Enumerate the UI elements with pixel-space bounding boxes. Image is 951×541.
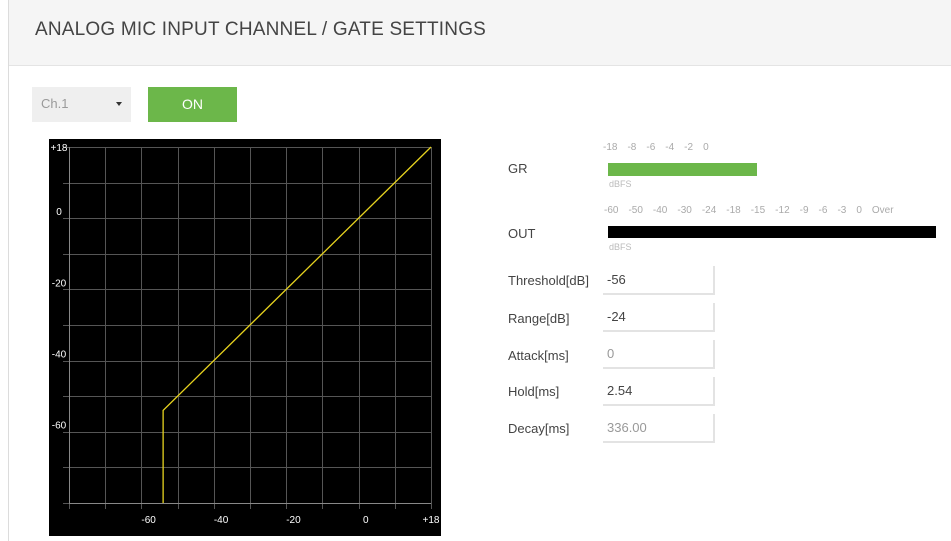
- panel-header: ANALOG MIC INPUT CHANNEL / GATE SETTINGS: [9, 0, 951, 66]
- channel-select-value: Ch.1: [41, 96, 69, 111]
- gr-meter-tick-label: -18: [603, 142, 618, 153]
- out-meter-tick-label: -12: [775, 205, 790, 216]
- gate-graph-svg: +18 0 -20 -40 -60 -60 -40 -20 0 +18: [51, 143, 440, 526]
- attack-label: Attack[ms]: [508, 348, 569, 363]
- hold-label: Hold[ms]: [508, 384, 560, 399]
- out-meter-label: OUT: [508, 226, 536, 241]
- out-meter-tick-label: -9: [799, 205, 809, 216]
- out-meter-unit: dBFS: [609, 242, 632, 252]
- gr-meter-unit: dBFS: [609, 179, 632, 189]
- graph-tick-label: 0: [363, 515, 369, 526]
- page-title: ANALOG MIC INPUT CHANNEL / GATE SETTINGS: [35, 19, 487, 40]
- gr-meter-tick-label: 0: [703, 142, 709, 153]
- gate-graph: +18 0 -20 -40 -60 -60 -40 -20 0 +18: [49, 139, 441, 536]
- attack-field[interactable]: [603, 340, 715, 369]
- graph-tick-label: -60: [52, 421, 67, 432]
- hold-input[interactable]: [603, 377, 713, 404]
- gr-meter-label: GR: [508, 161, 528, 176]
- graph-tick-labels: +18 0 -20 -40 -60 -60 -40 -20 0 +18: [51, 143, 440, 526]
- range-field[interactable]: [603, 303, 715, 332]
- channel-select[interactable]: Ch.1: [32, 87, 131, 122]
- out-meter-bar: [608, 226, 936, 238]
- range-input[interactable]: [603, 303, 713, 330]
- out-meter-tick-label: -50: [628, 205, 643, 216]
- attack-input[interactable]: [603, 340, 713, 367]
- gr-meter-bar: [608, 163, 757, 176]
- out-meter-tick-label: -40: [652, 205, 668, 216]
- out-meter-tick-label: -30: [677, 205, 692, 216]
- out-meter-tick-label: Over: [871, 205, 894, 216]
- out-meter-tick-label: 0: [856, 205, 862, 216]
- graph-tick-label: -40: [52, 349, 67, 360]
- out-meter-tick-label: -24: [701, 205, 717, 216]
- decay-field[interactable]: [603, 414, 715, 443]
- graph-tick-label: -20: [286, 515, 301, 526]
- decay-label: Decay[ms]: [508, 421, 570, 436]
- out-meter-ticks: [608, 219, 936, 232]
- graph-tick-label: +18: [423, 515, 440, 526]
- decay-input[interactable]: [603, 414, 713, 441]
- gr-meter-tick-label: -2: [684, 142, 694, 153]
- graph-tick-label: -20: [52, 278, 67, 289]
- graph-tick-label: +18: [51, 143, 68, 154]
- threshold-input[interactable]: [603, 266, 713, 293]
- threshold-field[interactable]: [603, 266, 715, 295]
- out-meter-tick-label: -6: [818, 205, 828, 216]
- out-meter-tick-label: -60: [604, 205, 619, 216]
- on-button[interactable]: ON: [148, 87, 237, 122]
- threshold-label: Threshold[dB]: [508, 273, 589, 288]
- out-meter-tick-label: -18: [726, 205, 741, 216]
- gr-meter-scale: -18 -8 -6 -4 -2 0: [603, 142, 719, 153]
- gr-meter-tick-label: -8: [627, 142, 637, 153]
- graph-tick-label: -40: [214, 515, 229, 526]
- graph-tick-label: -60: [141, 515, 156, 526]
- out-meter-tick-label: -15: [750, 205, 766, 216]
- out-meter-scale: -60 -50 -40 -30 -24 -18 -15 -12 -9 -6 -3 0 Over: [604, 205, 904, 216]
- panel-left-border: [8, 0, 9, 541]
- gr-meter-tick-label: -6: [646, 142, 656, 153]
- out-meter-tick-label: -3: [837, 205, 847, 216]
- range-label: Range[dB]: [508, 311, 570, 326]
- hold-field[interactable]: [603, 377, 715, 406]
- graph-tick-label: 0: [56, 207, 62, 218]
- caret-down-icon: [116, 102, 122, 106]
- gr-meter-tick-label: -4: [665, 142, 675, 153]
